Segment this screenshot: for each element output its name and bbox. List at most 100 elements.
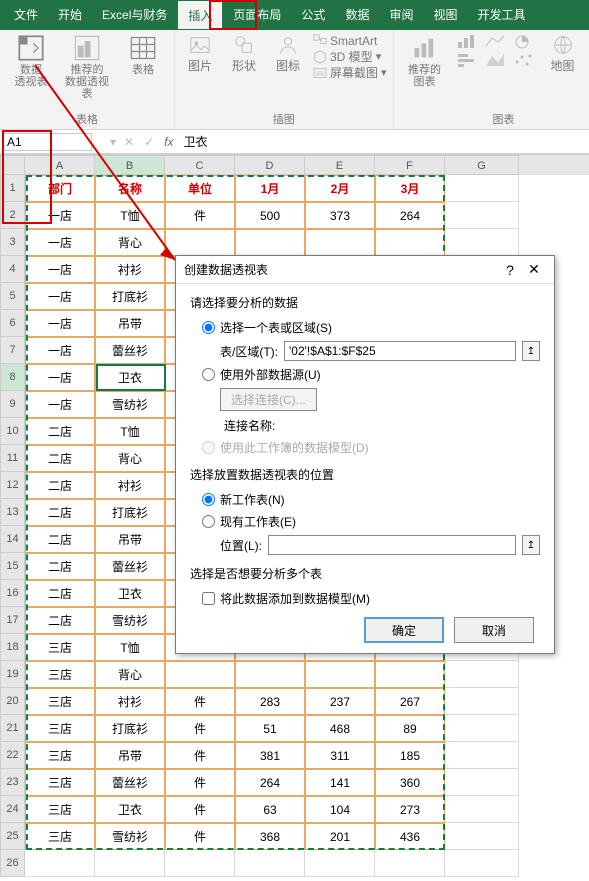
tab-excel-finance[interactable]: Excel与财务 bbox=[92, 0, 177, 30]
row-header[interactable]: 9 bbox=[0, 391, 25, 418]
cell[interactable]: 141 bbox=[305, 769, 375, 796]
cell[interactable] bbox=[445, 742, 519, 769]
radio-new-worksheet[interactable]: 新工作表(N) bbox=[202, 491, 540, 508]
cell[interactable]: 打底衫 bbox=[95, 283, 165, 310]
col-header-C[interactable]: C bbox=[165, 155, 235, 175]
cell[interactable]: 件 bbox=[165, 823, 235, 850]
cell[interactable]: 267 bbox=[375, 688, 445, 715]
row-header[interactable]: 13 bbox=[0, 499, 25, 526]
tab-pagelayout[interactable]: 页面布局 bbox=[223, 0, 291, 30]
name-box[interactable] bbox=[2, 133, 92, 151]
cell[interactable]: 368 bbox=[235, 823, 305, 850]
cell[interactable]: 卫衣 bbox=[95, 580, 165, 607]
cell[interactable]: 381 bbox=[235, 742, 305, 769]
maps-button[interactable]: 地图 bbox=[544, 34, 582, 74]
cell[interactable]: 一店 bbox=[25, 364, 95, 391]
cell[interactable]: 背心 bbox=[95, 229, 165, 256]
cell[interactable] bbox=[165, 229, 235, 256]
cell[interactable]: 件 bbox=[165, 742, 235, 769]
cell[interactable]: 卫衣 bbox=[95, 364, 165, 391]
cell[interactable]: 打底衫 bbox=[95, 499, 165, 526]
chart-pie-icon[interactable] bbox=[512, 34, 534, 50]
cell[interactable] bbox=[375, 229, 445, 256]
cell[interactable] bbox=[305, 229, 375, 256]
cell[interactable]: 打底衫 bbox=[95, 715, 165, 742]
cell[interactable] bbox=[25, 850, 95, 877]
location-input[interactable] bbox=[268, 535, 516, 555]
tab-formulas[interactable]: 公式 bbox=[291, 0, 335, 30]
row-header[interactable]: 6 bbox=[0, 310, 25, 337]
tab-file[interactable]: 文件 bbox=[4, 0, 48, 30]
select-all-corner[interactable] bbox=[0, 155, 25, 175]
cell[interactable]: 201 bbox=[305, 823, 375, 850]
fx-icon[interactable]: fx bbox=[164, 135, 173, 149]
checkbox-add-model-input[interactable] bbox=[202, 592, 215, 605]
chart-bar-icon[interactable] bbox=[456, 52, 478, 68]
cell[interactable] bbox=[165, 850, 235, 877]
cell[interactable]: 背心 bbox=[95, 445, 165, 472]
cell[interactable]: 衬衫 bbox=[95, 688, 165, 715]
screenshot-button[interactable]: 屏幕截图 ▾ bbox=[313, 66, 387, 80]
chart-area-icon[interactable] bbox=[484, 52, 506, 68]
row-header[interactable]: 7 bbox=[0, 337, 25, 364]
tab-developer[interactable]: 开发工具 bbox=[467, 0, 535, 30]
cell[interactable]: 三店 bbox=[25, 688, 95, 715]
row-header[interactable]: 1 bbox=[0, 175, 25, 202]
checkbox-add-model[interactable]: 将此数据添加到数据模型(M) bbox=[202, 590, 540, 607]
header-cell[interactable]: 3月 bbox=[375, 175, 445, 202]
header-cell[interactable]: 单位 bbox=[165, 175, 235, 202]
row-header[interactable]: 25 bbox=[0, 823, 25, 850]
cell[interactable]: 三店 bbox=[25, 823, 95, 850]
row-header[interactable]: 17 bbox=[0, 607, 25, 634]
col-header-B[interactable]: B bbox=[95, 155, 165, 175]
table-range-input[interactable] bbox=[284, 341, 516, 361]
cell[interactable] bbox=[375, 850, 445, 877]
recommend-pivot-button[interactable]: 推荐的 数据透视表 bbox=[62, 34, 112, 100]
cell[interactable]: 185 bbox=[375, 742, 445, 769]
row-header[interactable]: 15 bbox=[0, 553, 25, 580]
icons-button[interactable]: 图标 bbox=[269, 34, 307, 80]
location-picker-button[interactable]: ↥ bbox=[522, 535, 540, 555]
cell[interactable]: 237 bbox=[305, 688, 375, 715]
cell[interactable]: 二店 bbox=[25, 472, 95, 499]
row-header[interactable]: 5 bbox=[0, 283, 25, 310]
header-cell[interactable]: 部门 bbox=[25, 175, 95, 202]
cell[interactable]: 436 bbox=[375, 823, 445, 850]
cell[interactable]: 三店 bbox=[25, 769, 95, 796]
cell[interactable]: 二店 bbox=[25, 526, 95, 553]
chart-scatter-icon[interactable] bbox=[512, 52, 534, 68]
help-button[interactable]: ? bbox=[498, 262, 522, 278]
tab-insert[interactable]: 插入 bbox=[177, 0, 223, 30]
confirm-icon[interactable]: ✓ bbox=[144, 135, 154, 149]
cancel-button[interactable]: 取消 bbox=[454, 617, 534, 643]
cell[interactable]: 一店 bbox=[25, 229, 95, 256]
col-header-D[interactable]: D bbox=[235, 155, 305, 175]
cell[interactable]: 104 bbox=[305, 796, 375, 823]
cell[interactable]: 二店 bbox=[25, 445, 95, 472]
cell[interactable] bbox=[445, 796, 519, 823]
cell[interactable]: 一店 bbox=[25, 283, 95, 310]
3dmodel-button[interactable]: 3D 模型 ▾ bbox=[313, 50, 387, 64]
cell[interactable]: 二店 bbox=[25, 499, 95, 526]
cell[interactable]: 件 bbox=[165, 688, 235, 715]
radio-external-source[interactable]: 使用外部数据源(U) bbox=[202, 366, 540, 383]
row-header[interactable]: 4 bbox=[0, 256, 25, 283]
row-header[interactable]: 20 bbox=[0, 688, 25, 715]
cell[interactable] bbox=[445, 769, 519, 796]
row-header[interactable]: 10 bbox=[0, 418, 25, 445]
cancel-icon[interactable]: ✕ bbox=[124, 135, 134, 149]
radio-select-table[interactable]: 选择一个表或区域(S) bbox=[202, 319, 540, 336]
cell[interactable]: 三店 bbox=[25, 796, 95, 823]
row-header[interactable]: 21 bbox=[0, 715, 25, 742]
cell[interactable]: 三店 bbox=[25, 742, 95, 769]
cell[interactable]: 衬衫 bbox=[95, 472, 165, 499]
row-header[interactable]: 12 bbox=[0, 472, 25, 499]
cell[interactable]: 件 bbox=[165, 715, 235, 742]
cell[interactable]: 衬衫 bbox=[95, 256, 165, 283]
cell[interactable]: 311 bbox=[305, 742, 375, 769]
cell[interactable]: 468 bbox=[305, 715, 375, 742]
cell[interactable] bbox=[235, 850, 305, 877]
cell[interactable] bbox=[305, 850, 375, 877]
cell[interactable] bbox=[445, 823, 519, 850]
cell[interactable]: 件 bbox=[165, 796, 235, 823]
